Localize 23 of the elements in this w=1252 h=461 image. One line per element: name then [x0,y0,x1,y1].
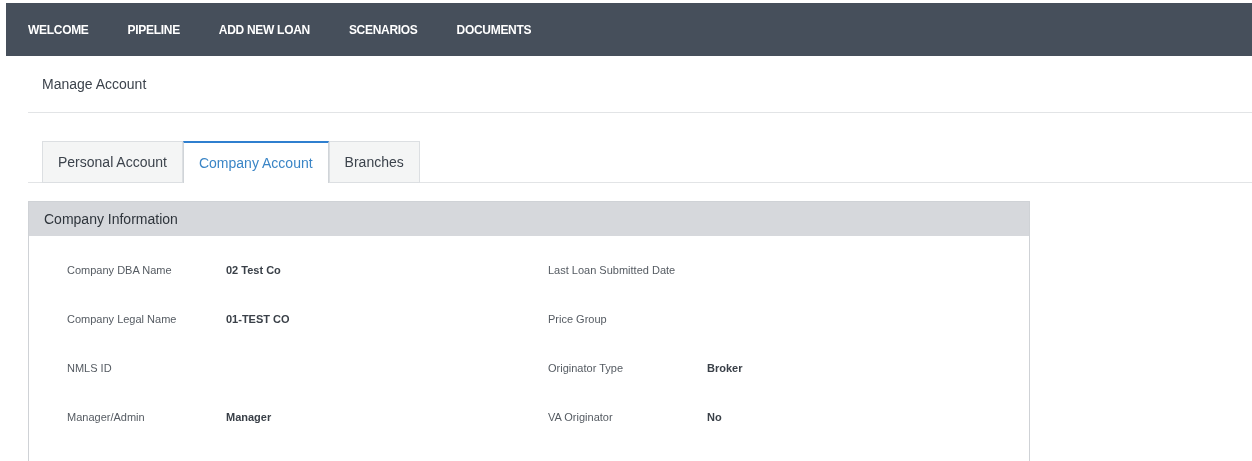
nav-link[interactable]: ADD NEW LOAN [218,20,310,39]
field-value: 01-TEST CO [226,312,290,327]
field-label: Manager/Admin [67,410,146,425]
nav-link[interactable]: SCENARIOS [348,20,418,39]
field-label: Company Legal Name [67,312,178,327]
field-label: VA Originator [548,410,614,425]
nav-link[interactable]: WELCOME [28,20,89,39]
tab[interactable]: Personal Account [42,141,183,183]
field-value: No [707,410,722,425]
field-label: NMLS ID [67,361,113,376]
field-label: Price Group [548,312,608,327]
field-label: Last Loan Submitted Date [548,263,677,278]
field-label: Company DBA Name [67,263,173,278]
nav-link[interactable]: PIPELINE [127,20,180,39]
tab[interactable]: Branches [328,141,420,183]
panel-title: Company Information [44,209,178,229]
tab[interactable]: Company Account [182,141,329,183]
nav-link[interactable]: DOCUMENTS [456,20,532,39]
field-value: 02 Test Co [226,263,281,278]
field-label: Originator Type [548,361,624,376]
field-value: Manager [226,410,272,425]
page-title: Manage Account [42,74,147,94]
field-value: Broker [707,361,743,376]
